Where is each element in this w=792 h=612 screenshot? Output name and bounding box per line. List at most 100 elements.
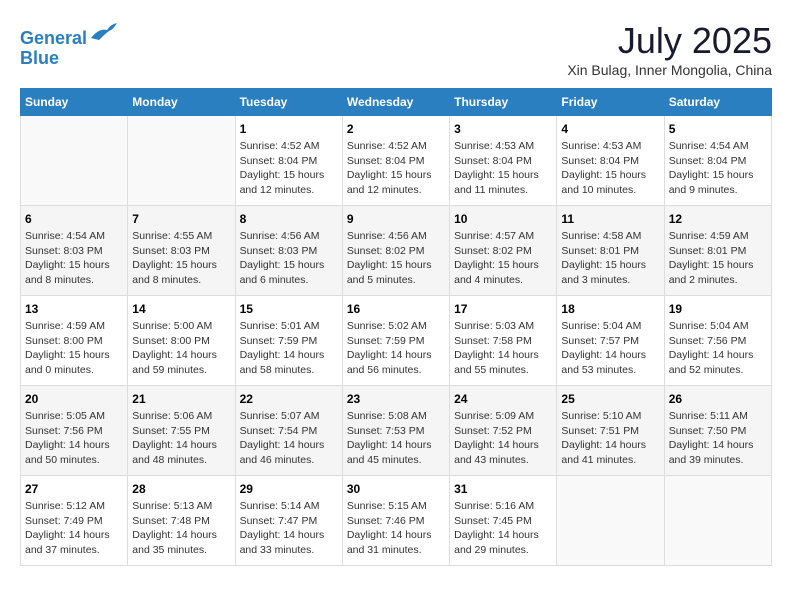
day-info: Sunrise: 4:52 AMSunset: 8:04 PMDaylight:… xyxy=(240,139,338,198)
day-number: 7 xyxy=(132,212,230,226)
day-info: Sunrise: 5:07 AMSunset: 7:54 PMDaylight:… xyxy=(240,409,338,468)
calendar-cell xyxy=(664,476,771,566)
day-info: Sunrise: 5:02 AMSunset: 7:59 PMDaylight:… xyxy=(347,319,445,378)
calendar-cell: 31 Sunrise: 5:16 AMSunset: 7:45 PMDayligh… xyxy=(450,476,557,566)
weekday-header-wednesday: Wednesday xyxy=(342,89,449,116)
day-number: 4 xyxy=(561,122,659,136)
day-info: Sunrise: 5:00 AMSunset: 8:00 PMDaylight:… xyxy=(132,319,230,378)
day-info: Sunrise: 4:54 AMSunset: 8:03 PMDaylight:… xyxy=(25,229,123,288)
page-header: GeneralBlue July 2025 Xin Bulag, Inner M… xyxy=(20,20,772,78)
day-info: Sunrise: 4:53 AMSunset: 8:04 PMDaylight:… xyxy=(561,139,659,198)
day-info: Sunrise: 4:56 AMSunset: 8:02 PMDaylight:… xyxy=(347,229,445,288)
month-title: July 2025 xyxy=(567,20,772,62)
day-info: Sunrise: 5:01 AMSunset: 7:59 PMDaylight:… xyxy=(240,319,338,378)
weekday-header-saturday: Saturday xyxy=(664,89,771,116)
title-area: July 2025 Xin Bulag, Inner Mongolia, Chi… xyxy=(567,20,772,78)
day-number: 11 xyxy=(561,212,659,226)
day-number: 23 xyxy=(347,392,445,406)
day-number: 31 xyxy=(454,482,552,496)
day-info: Sunrise: 4:59 AMSunset: 8:00 PMDaylight:… xyxy=(25,319,123,378)
day-number: 20 xyxy=(25,392,123,406)
calendar-cell: 22 Sunrise: 5:07 AMSunset: 7:54 PMDayligh… xyxy=(235,386,342,476)
day-number: 17 xyxy=(454,302,552,316)
calendar-cell: 15 Sunrise: 5:01 AMSunset: 7:59 PMDayligh… xyxy=(235,296,342,386)
day-info: Sunrise: 5:14 AMSunset: 7:47 PMDaylight:… xyxy=(240,499,338,558)
day-info: Sunrise: 4:52 AMSunset: 8:04 PMDaylight:… xyxy=(347,139,445,198)
calendar-cell: 12 Sunrise: 4:59 AMSunset: 8:01 PMDayligh… xyxy=(664,206,771,296)
day-number: 8 xyxy=(240,212,338,226)
day-number: 3 xyxy=(454,122,552,136)
calendar-cell: 3 Sunrise: 4:53 AMSunset: 8:04 PMDaylight… xyxy=(450,116,557,206)
calendar-cell: 5 Sunrise: 4:54 AMSunset: 8:04 PMDaylight… xyxy=(664,116,771,206)
day-number: 5 xyxy=(669,122,767,136)
week-row-4: 20 Sunrise: 5:05 AMSunset: 7:56 PMDayligh… xyxy=(21,386,772,476)
calendar-cell: 6Sunrise: 4:54 AMSunset: 8:03 PMDaylight… xyxy=(21,206,128,296)
day-number: 13 xyxy=(25,302,123,316)
day-info: Sunrise: 4:54 AMSunset: 8:04 PMDaylight:… xyxy=(669,139,767,198)
day-number: 1 xyxy=(240,122,338,136)
day-info: Sunrise: 5:10 AMSunset: 7:51 PMDaylight:… xyxy=(561,409,659,468)
day-number: 10 xyxy=(454,212,552,226)
calendar-cell: 23 Sunrise: 5:08 AMSunset: 7:53 PMDayligh… xyxy=(342,386,449,476)
calendar-cell: 27 Sunrise: 5:12 AMSunset: 7:49 PMDayligh… xyxy=(21,476,128,566)
calendar-cell xyxy=(128,116,235,206)
day-number: 12 xyxy=(669,212,767,226)
calendar-cell: 25 Sunrise: 5:10 AMSunset: 7:51 PMDayligh… xyxy=(557,386,664,476)
day-info: Sunrise: 5:08 AMSunset: 7:53 PMDaylight:… xyxy=(347,409,445,468)
day-info: Sunrise: 5:06 AMSunset: 7:55 PMDaylight:… xyxy=(132,409,230,468)
calendar-cell: 26 Sunrise: 5:11 AMSunset: 7:50 PMDayligh… xyxy=(664,386,771,476)
calendar-cell: 13 Sunrise: 4:59 AMSunset: 8:00 PMDayligh… xyxy=(21,296,128,386)
day-info: Sunrise: 5:03 AMSunset: 7:58 PMDaylight:… xyxy=(454,319,552,378)
day-number: 29 xyxy=(240,482,338,496)
logo-text: GeneralBlue xyxy=(20,20,119,69)
day-info: Sunrise: 4:59 AMSunset: 8:01 PMDaylight:… xyxy=(669,229,767,288)
calendar-cell: 8Sunrise: 4:56 AMSunset: 8:03 PMDaylight… xyxy=(235,206,342,296)
day-number: 27 xyxy=(25,482,123,496)
calendar-cell: 17 Sunrise: 5:03 AMSunset: 7:58 PMDayligh… xyxy=(450,296,557,386)
calendar-cell: 1 Sunrise: 4:52 AMSunset: 8:04 PMDaylight… xyxy=(235,116,342,206)
calendar-cell: 14 Sunrise: 5:00 AMSunset: 8:00 PMDayligh… xyxy=(128,296,235,386)
day-info: Sunrise: 4:55 AMSunset: 8:03 PMDaylight:… xyxy=(132,229,230,288)
day-number: 16 xyxy=(347,302,445,316)
location: Xin Bulag, Inner Mongolia, China xyxy=(567,62,772,78)
day-number: 22 xyxy=(240,392,338,406)
calendar-cell: 30Sunrise: 5:15 AMSunset: 7:46 PMDayligh… xyxy=(342,476,449,566)
week-row-3: 13 Sunrise: 4:59 AMSunset: 8:00 PMDayligh… xyxy=(21,296,772,386)
calendar-cell: 28Sunrise: 5:13 AMSunset: 7:48 PMDayligh… xyxy=(128,476,235,566)
day-number: 14 xyxy=(132,302,230,316)
calendar-cell: 10Sunrise: 4:57 AMSunset: 8:02 PMDayligh… xyxy=(450,206,557,296)
calendar-cell: 24 Sunrise: 5:09 AMSunset: 7:52 PMDayligh… xyxy=(450,386,557,476)
day-info: Sunrise: 4:53 AMSunset: 8:04 PMDaylight:… xyxy=(454,139,552,198)
day-info: Sunrise: 5:09 AMSunset: 7:52 PMDaylight:… xyxy=(454,409,552,468)
calendar-cell: 20 Sunrise: 5:05 AMSunset: 7:56 PMDayligh… xyxy=(21,386,128,476)
calendar-cell: 7 Sunrise: 4:55 AMSunset: 8:03 PMDaylight… xyxy=(128,206,235,296)
day-info: Sunrise: 5:04 AMSunset: 7:57 PMDaylight:… xyxy=(561,319,659,378)
calendar-cell xyxy=(557,476,664,566)
calendar-cell: 9 Sunrise: 4:56 AMSunset: 8:02 PMDaylight… xyxy=(342,206,449,296)
calendar-table: SundayMondayTuesdayWednesdayThursdayFrid… xyxy=(20,88,772,566)
day-info: Sunrise: 5:05 AMSunset: 7:56 PMDaylight:… xyxy=(25,409,123,468)
day-info: Sunrise: 5:11 AMSunset: 7:50 PMDaylight:… xyxy=(669,409,767,468)
weekday-header-row: SundayMondayTuesdayWednesdayThursdayFrid… xyxy=(21,89,772,116)
calendar-cell: 16 Sunrise: 5:02 AMSunset: 7:59 PMDayligh… xyxy=(342,296,449,386)
day-info: Sunrise: 4:58 AMSunset: 8:01 PMDaylight:… xyxy=(561,229,659,288)
logo: GeneralBlue xyxy=(20,20,119,69)
calendar-cell: 2Sunrise: 4:52 AMSunset: 8:04 PMDaylight… xyxy=(342,116,449,206)
day-number: 28 xyxy=(132,482,230,496)
calendar-cell: 4 Sunrise: 4:53 AMSunset: 8:04 PMDaylight… xyxy=(557,116,664,206)
day-number: 25 xyxy=(561,392,659,406)
day-info: Sunrise: 5:04 AMSunset: 7:56 PMDaylight:… xyxy=(669,319,767,378)
calendar-cell: 19Sunrise: 5:04 AMSunset: 7:56 PMDayligh… xyxy=(664,296,771,386)
day-info: Sunrise: 5:12 AMSunset: 7:49 PMDaylight:… xyxy=(25,499,123,558)
weekday-header-thursday: Thursday xyxy=(450,89,557,116)
calendar-cell: 11 Sunrise: 4:58 AMSunset: 8:01 PMDayligh… xyxy=(557,206,664,296)
calendar-cell: 21 Sunrise: 5:06 AMSunset: 7:55 PMDayligh… xyxy=(128,386,235,476)
day-number: 21 xyxy=(132,392,230,406)
day-number: 24 xyxy=(454,392,552,406)
day-info: Sunrise: 5:16 AMSunset: 7:45 PMDaylight:… xyxy=(454,499,552,558)
day-number: 15 xyxy=(240,302,338,316)
day-number: 9 xyxy=(347,212,445,226)
day-number: 26 xyxy=(669,392,767,406)
weekday-header-sunday: Sunday xyxy=(21,89,128,116)
week-row-1: 1 Sunrise: 4:52 AMSunset: 8:04 PMDaylight… xyxy=(21,116,772,206)
